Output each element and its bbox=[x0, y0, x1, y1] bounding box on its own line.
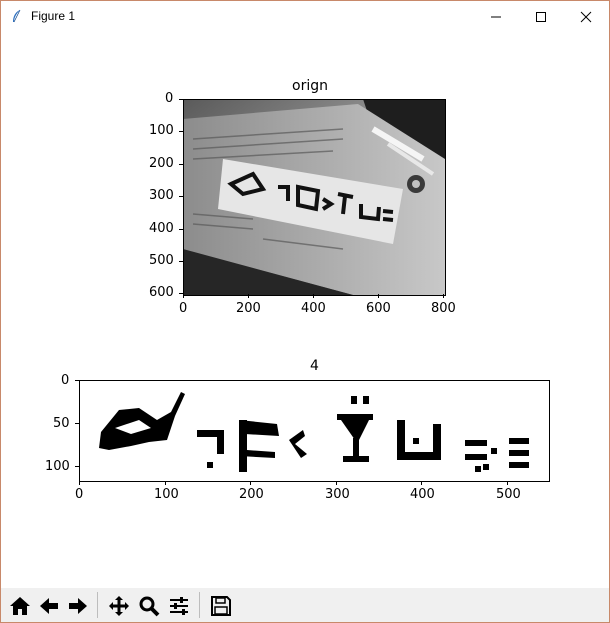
tick-label: 500 bbox=[149, 253, 174, 268]
tick-label: 500 bbox=[496, 487, 521, 502]
tick-label: 0 bbox=[165, 91, 174, 106]
forward-button[interactable] bbox=[64, 592, 91, 619]
top-axes-title: orign bbox=[292, 78, 328, 94]
save-icon bbox=[210, 595, 231, 616]
maximize-button[interactable] bbox=[518, 1, 564, 32]
zoom-icon bbox=[139, 596, 159, 616]
tick-label: 600 bbox=[366, 301, 391, 316]
tick-label: 600 bbox=[149, 285, 174, 300]
save-button[interactable] bbox=[207, 592, 234, 619]
tick-label: 0 bbox=[75, 487, 84, 502]
toolbar-separator bbox=[97, 592, 98, 618]
tick-label: 200 bbox=[239, 487, 264, 502]
maximize-icon bbox=[536, 11, 546, 22]
back-button[interactable] bbox=[35, 592, 62, 619]
home-icon bbox=[9, 596, 30, 615]
tick-label: 300 bbox=[149, 188, 174, 203]
tick-label: 400 bbox=[149, 221, 174, 236]
configure-subplots-icon bbox=[169, 596, 188, 615]
close-button[interactable] bbox=[563, 1, 609, 32]
title-bar[interactable]: Figure 1 bbox=[1, 1, 609, 32]
bottom-axes-title: 4 bbox=[310, 358, 319, 374]
feather-icon bbox=[13, 9, 21, 23]
tick-label: 0 bbox=[61, 373, 70, 388]
zoom-button[interactable] bbox=[135, 592, 162, 619]
forward-icon bbox=[68, 597, 87, 614]
pan-icon bbox=[108, 595, 129, 616]
tick-label: 200 bbox=[236, 301, 261, 316]
window-title: Figure 1 bbox=[31, 9, 76, 23]
back-icon bbox=[39, 597, 58, 614]
tick-label: 300 bbox=[325, 487, 350, 502]
close-icon bbox=[580, 11, 592, 22]
navigation-toolbar bbox=[1, 588, 609, 622]
tick-label: 50 bbox=[53, 416, 70, 431]
tick-label: 200 bbox=[149, 156, 174, 171]
tick-label: 400 bbox=[301, 301, 326, 316]
tick-label: 100 bbox=[154, 487, 179, 502]
home-button[interactable] bbox=[6, 592, 33, 619]
tick-label: 100 bbox=[149, 123, 174, 138]
configure-subplots-button[interactable] bbox=[165, 592, 192, 619]
figure-canvas[interactable]: orign 0 100 200 300 400 500 600 0 200 40… bbox=[1, 32, 609, 588]
figure-window: Figure 1 orign 0 100 200 300 400 500 600… bbox=[0, 0, 610, 623]
minimize-icon bbox=[491, 16, 501, 17]
tick-label: 0 bbox=[179, 301, 188, 316]
minimize-button[interactable] bbox=[473, 1, 519, 32]
tick-label: 800 bbox=[431, 301, 456, 316]
bottom-axes-frame bbox=[79, 380, 550, 482]
tick-label: 400 bbox=[410, 487, 435, 502]
toolbar-separator bbox=[199, 592, 200, 618]
tick-label: 100 bbox=[45, 459, 70, 474]
top-axes-frame bbox=[183, 99, 446, 296]
pan-button[interactable] bbox=[105, 592, 132, 619]
